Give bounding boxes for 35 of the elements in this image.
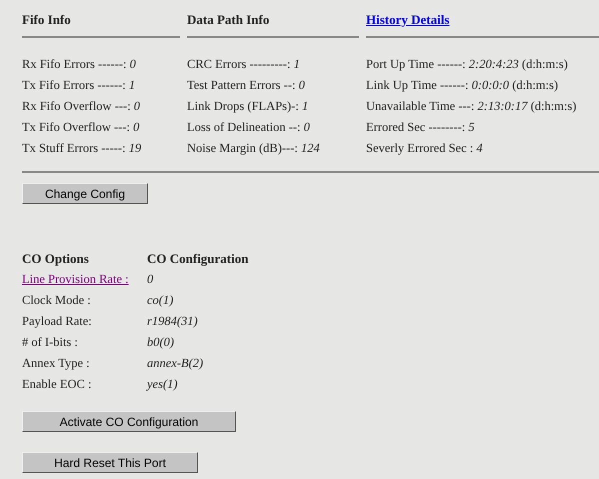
option-link[interactable]: Line Provision Rate : <box>22 272 129 286</box>
change-config-button[interactable]: Change Config <box>22 183 148 204</box>
option-value: co(1) <box>147 292 174 310</box>
option-label: Payload Rate: <box>22 314 92 328</box>
stat-row-text: Rx Fifo Errors ------: 0 <box>22 56 136 74</box>
option-label: # of I-bits : <box>22 335 78 350</box>
stat-row-text: Test Pattern Errors --: 0 <box>187 77 305 94</box>
hard-reset-button[interactable]: Hard Reset This Port <box>22 452 198 473</box>
stat-row-text: Severly Errored Sec : 4 <box>366 140 483 158</box>
stat-row-text: Errored Sec --------: 5 <box>366 119 475 136</box>
section-heading: Data Path Info <box>187 11 270 29</box>
stat-row-text: Loss of Delineation --: 0 <box>187 119 310 136</box>
stat-row-text: CRC Errors ---------: 1 <box>187 56 300 74</box>
option-value: b0(0) <box>147 334 174 352</box>
activate-button[interactable]: Activate CO Configuration <box>22 411 236 432</box>
section-heading: Fifo Info <box>22 11 71 29</box>
option-label: Enable EOC : <box>22 377 92 392</box>
stat-row-text: Rx Fifo Overflow ---: 0 <box>22 98 140 116</box>
stat-row-text: Link Up Time ------: 0:0:0:0 (d:h:m:s) <box>366 77 558 94</box>
column-heading: CO Options <box>22 250 90 268</box>
option-value: r1984(31) <box>147 313 198 330</box>
option-label: Clock Mode : <box>22 293 91 308</box>
stat-row-text: Link Drops (FLAPs)-: 1 <box>187 98 308 116</box>
option-value: annex-B(2) <box>147 355 204 372</box>
stat-row-text: Unavailable Time ---: 2:13:0:17 (d:h:m:s) <box>366 98 576 116</box>
option-label: Annex Type : <box>22 356 90 370</box>
option-value: 0 <box>147 271 154 288</box>
history-link[interactable]: History Details <box>366 10 450 30</box>
stat-row-text: Port Up Time ------: 2:20:4:23 (d:h:m:s) <box>366 56 568 74</box>
stat-row-text: Tx Stuff Errors -----: 19 <box>22 140 142 158</box>
stat-row-text: Tx Fifo Overflow ---: 0 <box>22 119 140 136</box>
option-value: yes(1) <box>147 376 178 394</box>
stat-row-text: Noise Margin (dB)---: 124 <box>187 140 320 158</box>
column-heading: CO Configuration <box>147 250 248 268</box>
stat-row-text: Tx Fifo Errors ------: 1 <box>22 77 136 94</box>
